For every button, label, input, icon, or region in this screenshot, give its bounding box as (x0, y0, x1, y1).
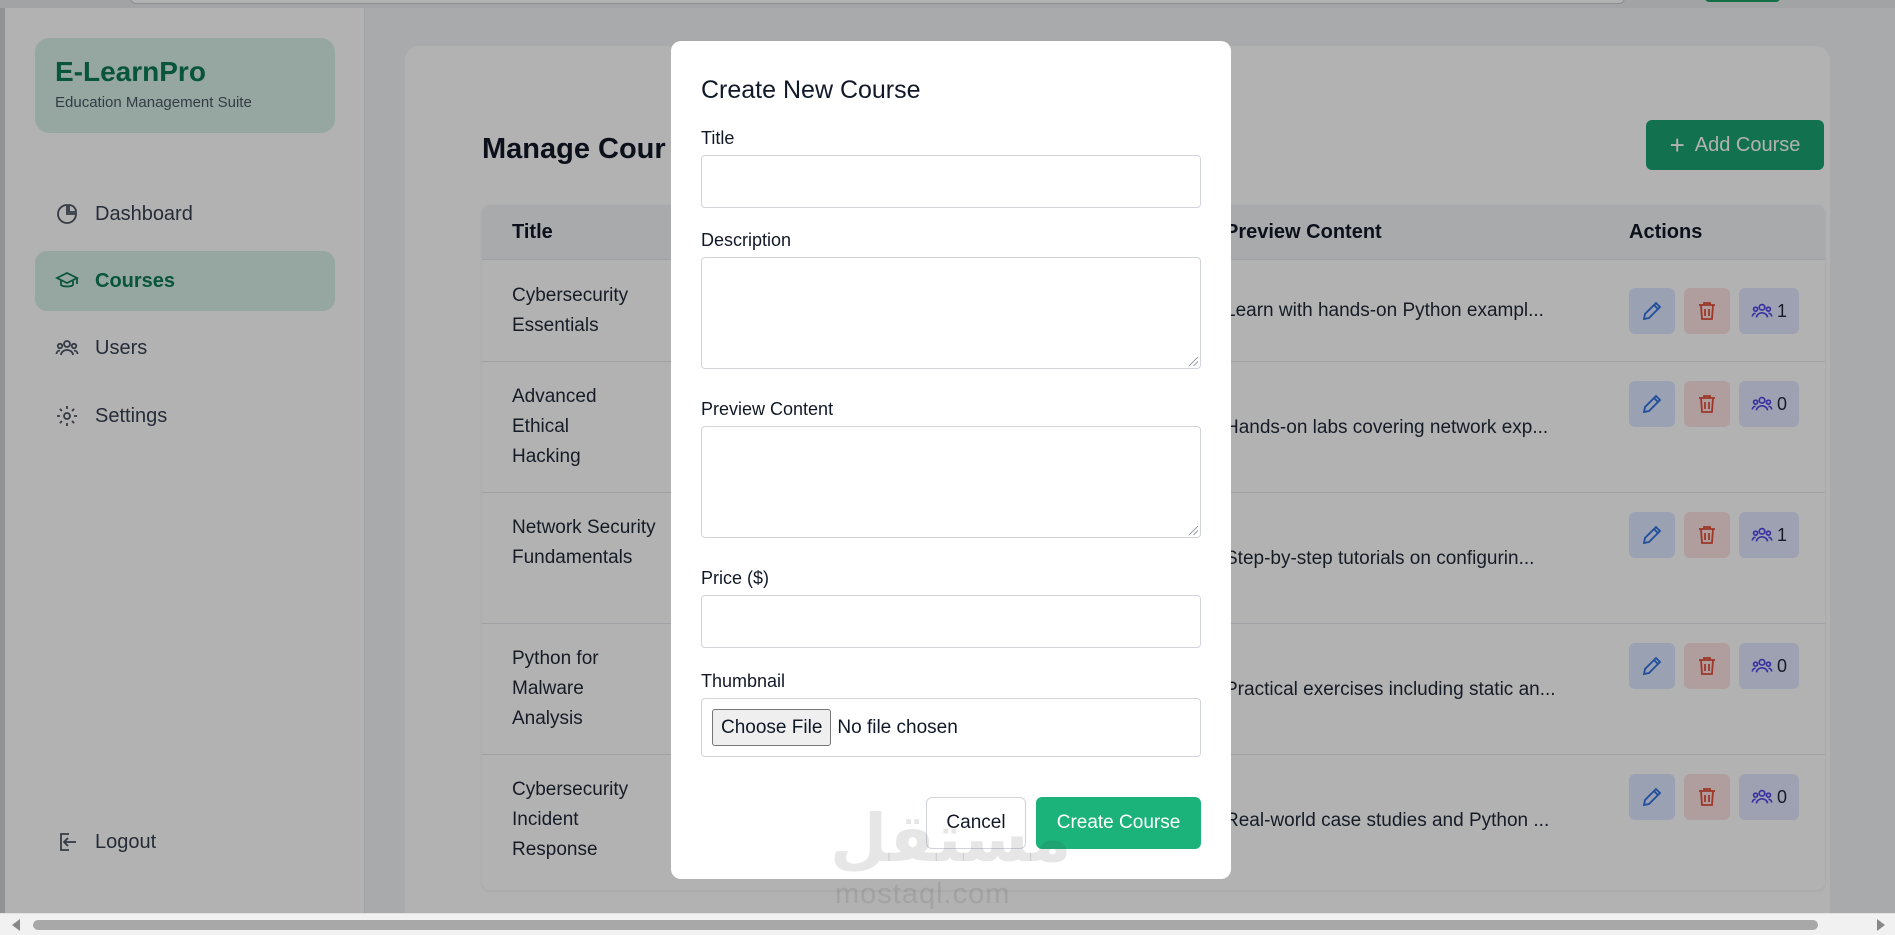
description-label: Description (701, 230, 792, 250)
preview-content-label: Preview Content (701, 399, 834, 419)
horizontal-scrollbar[interactable] (0, 913, 1895, 935)
create-course-dialog: Create New Course Title Description Prev… (671, 41, 1231, 879)
preview-content-textarea[interactable] (701, 426, 1201, 538)
scrollbar-thumb[interactable] (33, 920, 1818, 930)
browser-window: E-LearnPro Education Management Suite Da… (0, 0, 1895, 935)
title-label: Title (701, 128, 735, 148)
price-label: Price ($) (701, 568, 770, 588)
cancel-button[interactable]: Cancel (926, 797, 1026, 849)
scroll-right-icon[interactable] (1877, 919, 1885, 931)
resize-handle[interactable] (1189, 526, 1198, 535)
price-input[interactable] (701, 595, 1201, 648)
resize-handle[interactable] (1189, 357, 1198, 366)
thumbnail-file-input: Choose File No file chosen (701, 698, 1201, 757)
thumbnail-label: Thumbnail (701, 671, 786, 691)
dialog-title: Create New Course (701, 76, 921, 104)
scroll-left-icon[interactable] (12, 919, 20, 931)
create-course-button[interactable]: Create Course (1036, 797, 1201, 849)
title-input[interactable] (701, 155, 1201, 208)
description-textarea[interactable] (701, 257, 1201, 369)
choose-file-button[interactable]: Choose File (712, 709, 832, 746)
file-status: No file chosen (837, 716, 958, 738)
